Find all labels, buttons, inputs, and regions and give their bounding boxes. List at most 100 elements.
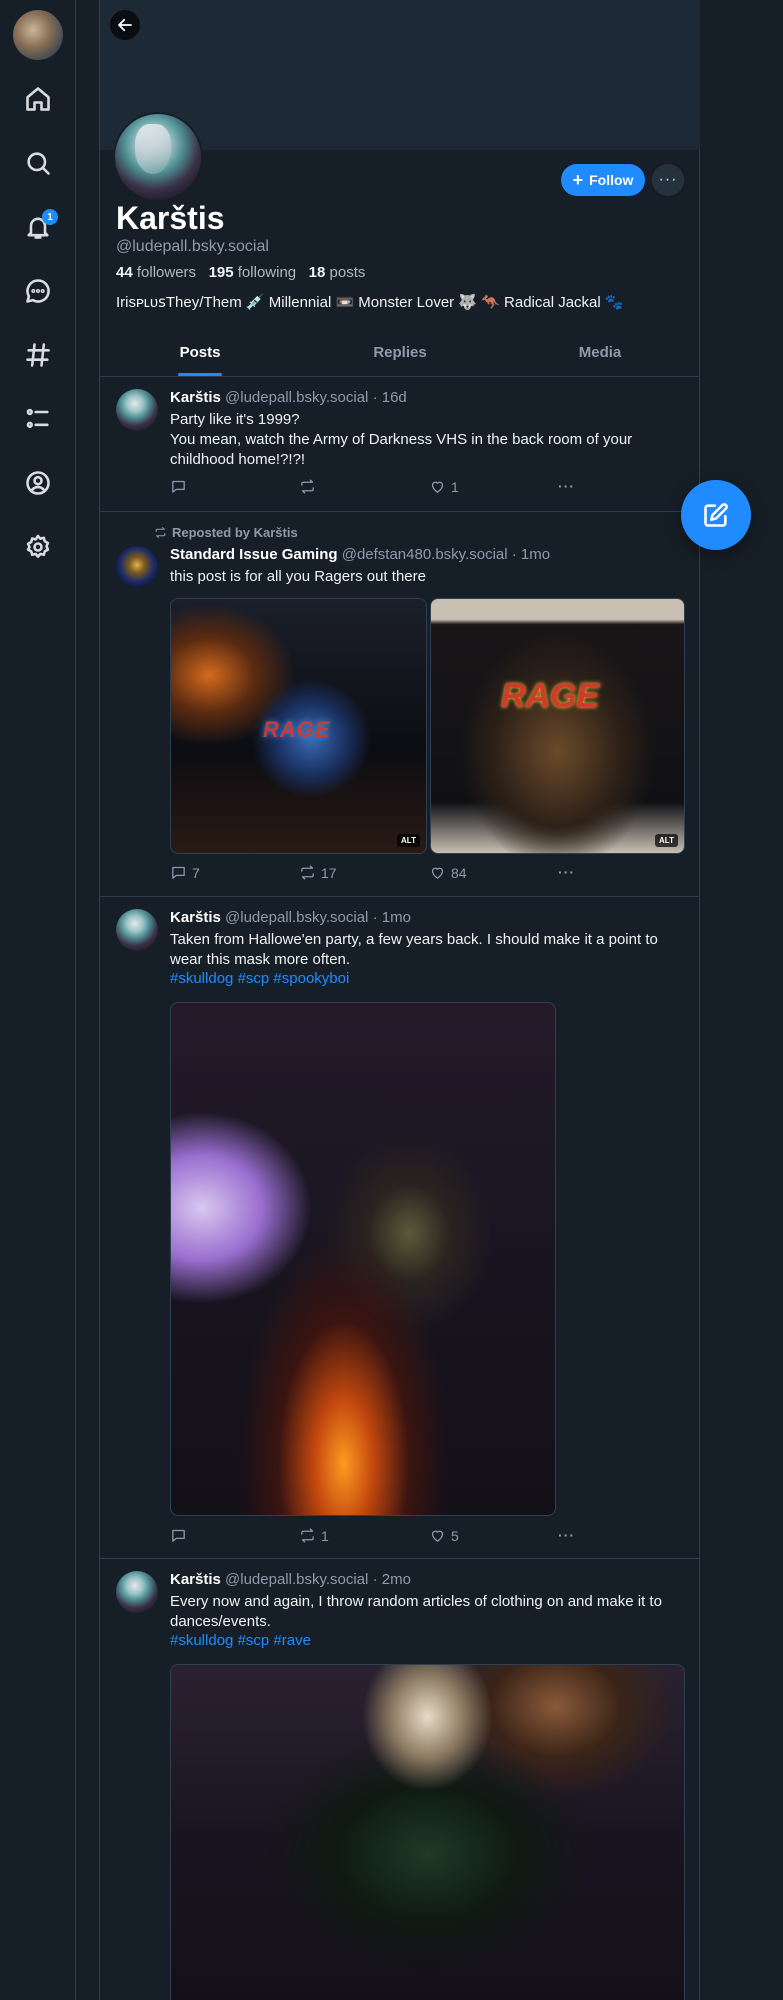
- home-icon[interactable]: [18, 79, 58, 119]
- post-header: Standard Issue Gaming @defstan480.bsky.s…: [170, 546, 550, 563]
- post-item[interactable]: Karštis @ludepall.bsky.social · 16d Part…: [100, 377, 700, 512]
- post-actions: 7 17 84 ···: [170, 864, 574, 884]
- author-handle[interactable]: @ludepall.bsky.social: [225, 1571, 368, 1588]
- alt-badge[interactable]: ALT: [397, 834, 420, 847]
- arcade-screen-art: RAGE: [263, 717, 331, 742]
- post-image[interactable]: [170, 1664, 685, 2000]
- author-name[interactable]: Karštis: [170, 909, 221, 926]
- post-text: Taken from Hallowe'en party, a few years…: [170, 931, 658, 968]
- post-time[interactable]: · 16d: [373, 389, 407, 406]
- left-nav: 1: [0, 0, 76, 2000]
- like-button[interactable]: 1: [429, 478, 459, 495]
- reply-button[interactable]: [170, 1527, 192, 1544]
- like-button[interactable]: 5: [429, 1527, 459, 1544]
- author-avatar[interactable]: [116, 909, 158, 951]
- heart-icon: [431, 481, 444, 493]
- notification-badge: 1: [42, 209, 58, 225]
- reply-icon: [172, 480, 185, 493]
- post-header: Karštis @ludepall.bsky.social · 1mo: [170, 909, 411, 926]
- author-avatar[interactable]: [116, 546, 158, 588]
- post-actions: 1 5 ···: [170, 1527, 574, 1547]
- repost-button[interactable]: 1: [299, 1527, 329, 1544]
- tab-media[interactable]: Media: [500, 332, 700, 376]
- repost-icon: [155, 527, 166, 538]
- repost-button[interactable]: [299, 478, 321, 495]
- tab-posts[interactable]: Posts: [100, 332, 300, 376]
- author-avatar[interactable]: [116, 389, 158, 431]
- followers-link[interactable]: 44 followers: [116, 264, 196, 281]
- profile-icon[interactable]: [18, 463, 58, 503]
- back-button[interactable]: [110, 10, 140, 40]
- follow-label: Follow: [589, 172, 634, 188]
- reply-button[interactable]: [170, 478, 192, 495]
- more-options-button[interactable]: ···: [652, 164, 684, 196]
- list-icon[interactable]: [18, 399, 58, 439]
- post-text: Every now and again, I throw random arti…: [170, 1593, 662, 1630]
- compose-button[interactable]: [681, 480, 751, 550]
- alt-badge[interactable]: ALT: [655, 834, 678, 847]
- hashtag-link[interactable]: #spookyboi: [273, 970, 349, 987]
- post-time[interactable]: · 2mo: [373, 1571, 411, 1588]
- post-header: Karštis @ludepall.bsky.social · 16d: [170, 389, 407, 406]
- chat-icon[interactable]: [18, 271, 58, 311]
- hashtag-icon[interactable]: [18, 335, 58, 375]
- author-name[interactable]: Karštis: [170, 1571, 221, 1588]
- heart-icon: [431, 867, 444, 879]
- post-actions: 1 ···: [170, 478, 574, 498]
- post-text: Party like it's 1999? You mean, watch th…: [170, 411, 633, 468]
- post-image[interactable]: RAGE ALT: [170, 598, 427, 854]
- author-handle[interactable]: @ludepall.bsky.social: [225, 389, 368, 406]
- profile-handle: @ludepall.bsky.social: [116, 238, 269, 255]
- post-tags: #skulldog #scp #spookyboi: [170, 970, 349, 987]
- repost-icon: [301, 479, 314, 494]
- search-icon[interactable]: [18, 143, 58, 183]
- author-avatar[interactable]: [116, 1571, 158, 1613]
- author-handle[interactable]: @ludepall.bsky.social: [225, 909, 368, 926]
- hashtag-link[interactable]: #scp: [238, 1632, 270, 1649]
- like-button[interactable]: 84: [429, 864, 467, 881]
- post-text: this post is for all you Ragers out ther…: [170, 568, 426, 585]
- post-header: Karštis @ludepall.bsky.social · 2mo: [170, 1571, 411, 1588]
- post-image[interactable]: [170, 1002, 556, 1516]
- posts-count: 18 posts: [308, 264, 366, 281]
- arrow-left-icon: [118, 18, 132, 32]
- profile-stats: 44 followers 195 following 18 posts: [116, 264, 365, 281]
- profile-feed: + Follow ··· Karštis @ludepall.bsky.soci…: [99, 0, 700, 2000]
- post-time[interactable]: · 1mo: [373, 909, 411, 926]
- gear-icon[interactable]: [18, 527, 58, 567]
- post-more-button[interactable]: ···: [558, 864, 575, 880]
- hashtag-link[interactable]: #skulldog: [170, 1632, 233, 1649]
- post-time[interactable]: · 1mo: [512, 546, 550, 563]
- heart-icon: [431, 1530, 444, 1542]
- post-item[interactable]: Reposted by Karštis Standard Issue Gamin…: [100, 512, 700, 897]
- following-link[interactable]: 195 following: [209, 264, 297, 281]
- post-item[interactable]: Karštis @ludepall.bsky.social · 1mo Take…: [100, 897, 700, 1559]
- follow-button[interactable]: + Follow: [561, 164, 645, 196]
- banner-art: RAGE: [501, 677, 600, 715]
- profile-tabs: Posts Replies Media: [100, 332, 700, 377]
- compose-icon: [704, 503, 728, 527]
- author-handle[interactable]: @defstan480.bsky.social: [342, 546, 508, 563]
- post-more-button[interactable]: ···: [558, 478, 575, 494]
- post-item[interactable]: Karštis @ludepall.bsky.social · 2mo Ever…: [100, 1559, 700, 2000]
- post-tags: #skulldog #scp #rave: [170, 1632, 311, 1649]
- author-name[interactable]: Standard Issue Gaming: [170, 546, 338, 563]
- profile-bio: IrisᴘʟᴜꜱThey/Them 💉 Millennial 📼 Monster…: [116, 294, 624, 311]
- reply-icon: [172, 1529, 185, 1542]
- repost-indicator[interactable]: Reposted by Karštis: [154, 525, 298, 540]
- hashtag-link[interactable]: #skulldog: [170, 970, 233, 987]
- my-avatar[interactable]: [13, 10, 63, 60]
- post-image[interactable]: RAGE ALT: [430, 598, 685, 854]
- repost-button[interactable]: 17: [299, 864, 337, 881]
- reply-button[interactable]: 7: [170, 864, 200, 881]
- author-name[interactable]: Karštis: [170, 389, 221, 406]
- post-more-button[interactable]: ···: [558, 1527, 575, 1543]
- hashtag-link[interactable]: #rave: [273, 1632, 311, 1649]
- profile-avatar[interactable]: [113, 112, 203, 202]
- hashtag-link[interactable]: #scp: [238, 970, 270, 987]
- plus-icon: +: [572, 170, 584, 190]
- bell-icon[interactable]: 1: [18, 207, 58, 247]
- tab-replies[interactable]: Replies: [300, 332, 500, 376]
- reply-icon: [172, 866, 185, 879]
- display-name: Karštis: [116, 200, 225, 236]
